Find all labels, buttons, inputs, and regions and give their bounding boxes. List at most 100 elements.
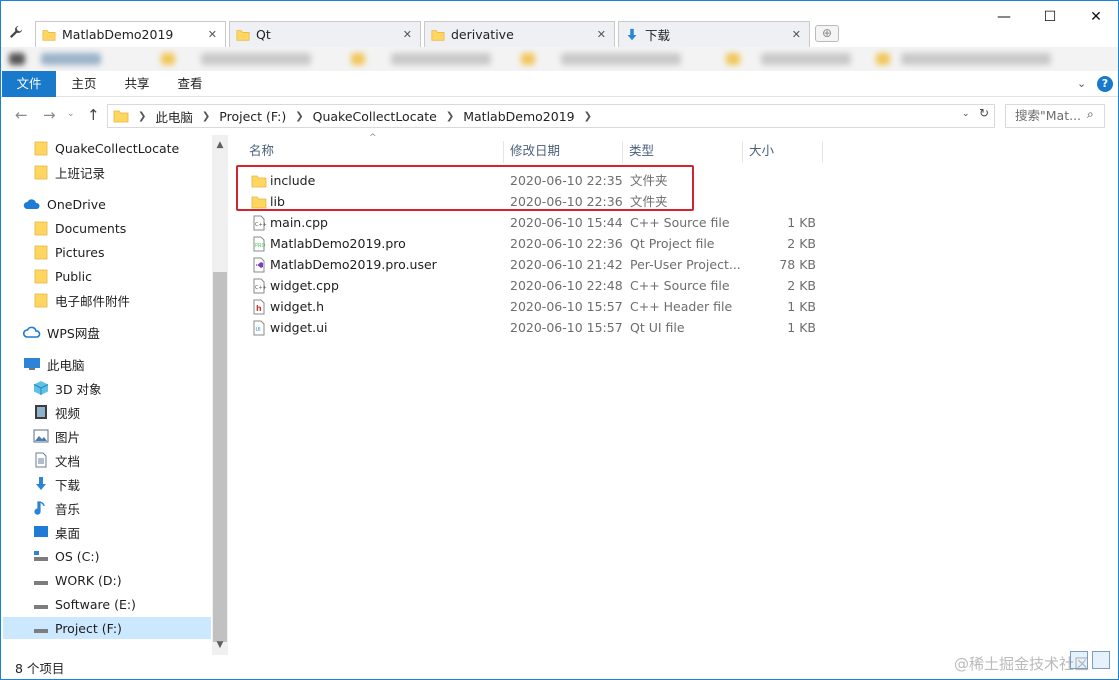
- file-row[interactable]: h widget.h 2020-06-10 15:57 C++ Header f…: [243, 296, 823, 317]
- drive-icon: [34, 605, 48, 609]
- nav-scrollbar[interactable]: ▲ ▼: [212, 135, 228, 655]
- file-row[interactable]: UI widget.ui 2020-06-10 15:57 Qt UI file…: [243, 317, 823, 338]
- ribbon-tab-share[interactable]: 共享: [111, 71, 163, 97]
- file-type: Qt UI file: [630, 320, 685, 335]
- ribbon-tab-view[interactable]: 查看: [164, 71, 216, 97]
- maximize-button[interactable]: ☐: [1027, 5, 1073, 29]
- nav-item-project-f[interactable]: Project (F:): [3, 617, 211, 639]
- ribbon-tab-home[interactable]: 主页: [58, 71, 110, 97]
- folder-icon: [34, 245, 48, 260]
- folder-icon: [34, 221, 48, 236]
- file-name: widget.cpp: [270, 278, 339, 293]
- tab-download[interactable]: 下载 ✕: [618, 21, 810, 47]
- recent-locations-icon[interactable]: ⌄: [67, 109, 75, 119]
- column-header-name[interactable]: 名称: [243, 141, 504, 163]
- tab-label: Qt: [256, 27, 271, 42]
- forward-icon[interactable]: →: [43, 106, 56, 124]
- large-icons-view-button[interactable]: [1092, 651, 1110, 669]
- close-window-button[interactable]: ✕: [1073, 5, 1119, 29]
- svg-text:C++: C++: [255, 285, 267, 291]
- nav-item-software-e[interactable]: Software (E:): [33, 593, 136, 615]
- file-row[interactable]: C++ main.cpp 2020-06-10 15:44 C++ Source…: [243, 212, 823, 233]
- search-icon[interactable]: ⌕: [1087, 107, 1094, 122]
- close-icon[interactable]: ✕: [208, 28, 217, 41]
- breadcrumb-this-pc[interactable]: 此电脑: [155, 107, 193, 126]
- file-row[interactable]: C++ widget.cpp 2020-06-10 22:48 C++ Sour…: [243, 275, 823, 296]
- breadcrumb-project-drive[interactable]: Project (F:): [219, 109, 286, 124]
- refresh-icon[interactable]: ↻: [979, 106, 989, 120]
- header-file-icon: h: [253, 299, 265, 315]
- nav-item-pictures-cn[interactable]: 图片: [33, 425, 80, 447]
- tab-derivative[interactable]: derivative ✕: [424, 21, 615, 47]
- document-icon: [35, 452, 47, 468]
- close-icon[interactable]: ✕: [597, 28, 606, 41]
- chevron-right-icon[interactable]: ❯: [446, 111, 454, 122]
- file-row[interactable]: PRO MatlabDemo2019.pro 2020-06-10 22:36 …: [243, 233, 823, 254]
- up-icon[interactable]: ↑: [87, 106, 100, 124]
- nav-item-desktop[interactable]: 桌面: [33, 521, 80, 543]
- minimize-button[interactable]: —: [981, 5, 1027, 29]
- nav-item-email-attachments[interactable]: 电子邮件附件: [33, 289, 130, 311]
- nav-item-documents[interactable]: Documents: [33, 217, 126, 239]
- address-bar[interactable]: ❯ 此电脑 ❯ Project (F:) ❯ QuakeCollectLocat…: [107, 104, 995, 128]
- help-icon[interactable]: ?: [1097, 76, 1113, 92]
- breadcrumb-matlabdemo2019[interactable]: MatlabDemo2019: [463, 109, 574, 124]
- nav-item-downloads[interactable]: 下载: [33, 473, 80, 495]
- tab-matlabdemo2019[interactable]: MatlabDemo2019 ✕: [35, 21, 226, 47]
- file-date: 2020-06-10 22:36: [510, 236, 623, 251]
- nav-item-documents-cn[interactable]: 文档: [33, 449, 80, 471]
- nav-item-label: OneDrive: [47, 196, 106, 212]
- nav-item-label: 文档: [55, 453, 81, 469]
- nav-item-wps-cloud[interactable]: WPS网盘: [23, 321, 100, 343]
- cloud-icon: [23, 199, 40, 209]
- folder-icon: [34, 141, 48, 156]
- nav-item-label: WPS网盘: [47, 325, 100, 341]
- back-icon[interactable]: ←: [15, 106, 28, 124]
- tab-label: MatlabDemo2019: [62, 27, 174, 42]
- chevron-right-icon[interactable]: ❯: [202, 111, 210, 122]
- nav-item-work-log[interactable]: 上班记录: [33, 161, 105, 183]
- nav-item-videos[interactable]: 视频: [33, 401, 80, 423]
- column-header-date[interactable]: 修改日期: [504, 141, 623, 163]
- nav-item-work-d[interactable]: WORK (D:): [33, 569, 122, 591]
- file-date: 2020-06-10 15:57: [510, 320, 623, 335]
- chevron-right-icon[interactable]: ❯: [295, 111, 303, 122]
- chevron-right-icon[interactable]: ❯: [138, 111, 146, 122]
- nav-item-label: 下载: [55, 477, 81, 493]
- file-row[interactable]: MatlabDemo2019.pro.user 2020-06-10 21:42…: [243, 254, 823, 275]
- file-name: MatlabDemo2019.pro.user: [270, 257, 437, 272]
- column-header-size[interactable]: 大小: [743, 141, 823, 163]
- breadcrumb-quakecollectlocate[interactable]: QuakeCollectLocate: [313, 109, 437, 124]
- scrollbar-thumb[interactable]: [213, 272, 227, 642]
- nav-item-quakecollectlocate[interactable]: QuakeCollectLocate: [33, 137, 179, 159]
- column-header-type[interactable]: 类型: [623, 141, 743, 163]
- bookmark-strip: [1, 47, 1118, 71]
- nav-item-pictures[interactable]: Pictures: [33, 241, 105, 263]
- scroll-up-icon[interactable]: ▲: [212, 137, 228, 153]
- nav-item-3d-objects[interactable]: 3D 对象: [33, 377, 102, 399]
- close-icon[interactable]: ✕: [792, 28, 801, 41]
- nav-item-os-c[interactable]: OS (C:): [33, 545, 99, 567]
- file-explorer-window: MatlabDemo2019 ✕ Qt ✕ derivative ✕ 下载 ✕ …: [0, 0, 1119, 680]
- address-history-icon[interactable]: ⌄: [962, 109, 970, 119]
- file-size: 1 KB: [787, 215, 816, 230]
- close-icon[interactable]: ✕: [403, 28, 412, 41]
- tab-qt[interactable]: Qt ✕: [229, 21, 421, 47]
- nav-item-music[interactable]: 音乐: [33, 497, 80, 519]
- expand-ribbon-icon[interactable]: ⌄: [1077, 77, 1086, 90]
- wrench-icon[interactable]: [9, 25, 23, 39]
- chevron-right-icon[interactable]: ❯: [584, 111, 592, 122]
- nav-item-label: 3D 对象: [55, 381, 102, 397]
- nav-item-public[interactable]: Public: [33, 265, 92, 287]
- nav-item-this-pc[interactable]: 此电脑: [23, 353, 85, 375]
- title-bar: MatlabDemo2019 ✕ Qt ✕ derivative ✕ 下载 ✕ …: [1, 1, 1118, 47]
- scroll-down-icon[interactable]: ▼: [212, 637, 228, 653]
- nav-item-label: Software (E:): [55, 596, 136, 612]
- new-tab-button[interactable]: ⊕: [815, 25, 839, 42]
- picture-icon: [33, 429, 49, 443]
- ribbon-menu: 文件 主页 共享 查看 ⌄ ?: [1, 71, 1118, 97]
- drive-icon: [34, 629, 48, 633]
- nav-item-onedrive[interactable]: OneDrive: [23, 193, 106, 215]
- nav-item-label: 桌面: [55, 525, 81, 541]
- ribbon-tab-file[interactable]: 文件: [2, 71, 56, 97]
